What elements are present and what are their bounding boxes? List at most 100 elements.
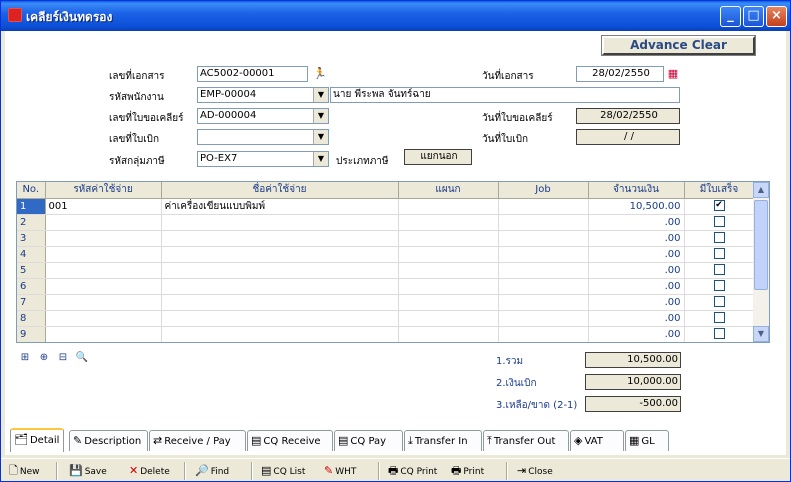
expense-code-cell[interactable]: [45, 294, 162, 311]
delete-button[interactable]: ✕ Delete: [129, 462, 170, 480]
amount-cell[interactable]: .00: [588, 262, 685, 279]
dept-cell[interactable]: [398, 230, 499, 247]
table-row[interactable]: 1 001 ค่าเครื่องเขียนแบบพิมพ์ 10,500.00 ✔: [17, 198, 755, 215]
job-cell[interactable]: [498, 326, 589, 342]
job-cell[interactable]: [498, 294, 589, 311]
dept-cell[interactable]: [398, 198, 499, 215]
table-row[interactable]: 4.00: [17, 246, 755, 263]
table-row[interactable]: 6.00: [17, 278, 755, 295]
dept-cell[interactable]: [398, 246, 499, 263]
dept-cell[interactable]: [398, 278, 499, 295]
table-row[interactable]: 3.00: [17, 230, 755, 247]
zoom-icon[interactable]: 🔍: [73, 349, 91, 366]
expense-name-cell[interactable]: [161, 214, 399, 231]
tab-cq-receive[interactable]: ▤ CQ Receive: [247, 430, 333, 451]
dept-cell[interactable]: [398, 294, 499, 311]
grid-scrollbar[interactable]: ▲ ▼: [753, 182, 769, 342]
insert-row-icon[interactable]: ⊞: [16, 349, 34, 366]
expense-name-cell[interactable]: [161, 246, 399, 263]
table-row[interactable]: 9.00: [17, 326, 755, 342]
calendar-icon[interactable]: ▦: [664, 66, 682, 82]
maximize-button[interactable]: □: [743, 6, 764, 27]
expense-name-cell[interactable]: ค่าเครื่องเขียนแบบพิมพ์: [161, 198, 399, 215]
row-number[interactable]: 3: [17, 230, 46, 247]
run-search-icon[interactable]: 🏃: [311, 66, 329, 82]
row-number[interactable]: 2: [17, 214, 46, 231]
amount-cell[interactable]: .00: [588, 294, 685, 311]
expense-code-cell[interactable]: [45, 214, 162, 231]
amount-cell[interactable]: .00: [588, 230, 685, 247]
row-number[interactable]: 1: [17, 198, 46, 215]
expense-name-cell[interactable]: [161, 294, 399, 311]
job-cell[interactable]: [498, 198, 589, 215]
receipt-checkbox[interactable]: [713, 296, 725, 308]
doc-date-field[interactable]: 28/02/2550: [576, 66, 664, 82]
row-number[interactable]: 6: [17, 278, 46, 295]
expense-name-cell[interactable]: [161, 326, 399, 342]
tab-detail[interactable]: 🗂 Detail: [10, 428, 64, 452]
receipt-checkbox[interactable]: [713, 312, 725, 324]
expense-code-cell[interactable]: [45, 278, 162, 295]
expense-code-cell[interactable]: 001: [45, 198, 162, 215]
tab-gl[interactable]: ▦ GL: [625, 430, 669, 451]
table-row[interactable]: 8.00: [17, 310, 755, 327]
scroll-thumb[interactable]: [754, 200, 768, 290]
job-cell[interactable]: [498, 246, 589, 263]
withdraw-select[interactable]: ▼: [197, 129, 329, 145]
amount-cell[interactable]: 10,500.00: [588, 198, 685, 215]
amount-cell[interactable]: .00: [588, 326, 685, 342]
expense-name-cell[interactable]: [161, 262, 399, 279]
expense-code-cell[interactable]: [45, 326, 162, 342]
row-number[interactable]: 4: [17, 246, 46, 263]
amount-cell[interactable]: .00: [588, 214, 685, 231]
tab-transfer-in[interactable]: ⤓ Transfer In: [404, 430, 482, 451]
minimize-button[interactable]: _: [720, 6, 741, 27]
tab-description[interactable]: ✎ Description: [69, 430, 148, 451]
dept-cell[interactable]: [398, 214, 499, 231]
expense-code-cell[interactable]: [45, 262, 162, 279]
clear-req-select[interactable]: AD-000004 ▼: [197, 108, 329, 124]
add-row-icon[interactable]: ⊕: [35, 349, 53, 366]
chevron-down-icon[interactable]: ▼: [313, 88, 328, 102]
delete-row-icon[interactable]: ⊟: [54, 349, 72, 366]
expense-name-cell[interactable]: [161, 278, 399, 295]
receipt-checkbox[interactable]: [713, 328, 725, 340]
table-row[interactable]: 7.00: [17, 294, 755, 311]
job-cell[interactable]: [498, 278, 589, 295]
row-number[interactable]: 7: [17, 294, 46, 311]
tab-cq-pay[interactable]: ▤ CQ Pay: [334, 430, 403, 451]
expense-name-cell[interactable]: [161, 230, 399, 247]
chevron-down-icon[interactable]: ▼: [313, 130, 328, 144]
amount-cell[interactable]: .00: [588, 278, 685, 295]
find-button[interactable]: 🔎 Find: [195, 462, 229, 480]
scroll-up-icon[interactable]: ▲: [753, 182, 769, 198]
row-number[interactable]: 8: [17, 310, 46, 327]
tax-group-select[interactable]: PO-EX7 ▼: [197, 151, 329, 167]
receipt-checkbox[interactable]: [713, 216, 725, 228]
job-cell[interactable]: [498, 262, 589, 279]
emp-code-select[interactable]: EMP-00004 ▼: [197, 87, 329, 103]
cq-print-button[interactable]: 🖶 CQ Print: [388, 462, 437, 480]
expense-name-cell[interactable]: [161, 310, 399, 327]
receipt-checkbox[interactable]: [713, 248, 725, 260]
amount-cell[interactable]: .00: [588, 246, 685, 263]
row-number[interactable]: 5: [17, 262, 46, 279]
doc-no-field[interactable]: AC5002-00001: [197, 66, 308, 82]
receipt-checkbox[interactable]: ✔: [713, 200, 725, 212]
new-button[interactable]: 🗋 New: [9, 462, 40, 480]
print-button[interactable]: 🖶 Print: [451, 462, 484, 480]
table-row[interactable]: 2.00: [17, 214, 755, 231]
row-number[interactable]: 9: [17, 326, 46, 342]
wht-button[interactable]: ✎ WHT: [324, 462, 356, 480]
chevron-down-icon[interactable]: ▼: [313, 152, 328, 166]
receipt-checkbox[interactable]: [713, 264, 725, 276]
receipt-checkbox[interactable]: [713, 232, 725, 244]
cq-list-button[interactable]: ▤ CQ List: [261, 462, 305, 480]
save-button[interactable]: 💾 Save: [69, 462, 107, 480]
dept-cell[interactable]: [398, 326, 499, 342]
table-row[interactable]: 5.00: [17, 262, 755, 279]
job-cell[interactable]: [498, 230, 589, 247]
close-button[interactable]: ⇥ Close: [517, 462, 553, 480]
tab-vat[interactable]: ◈ VAT: [570, 430, 624, 451]
receipt-checkbox[interactable]: [713, 280, 725, 292]
